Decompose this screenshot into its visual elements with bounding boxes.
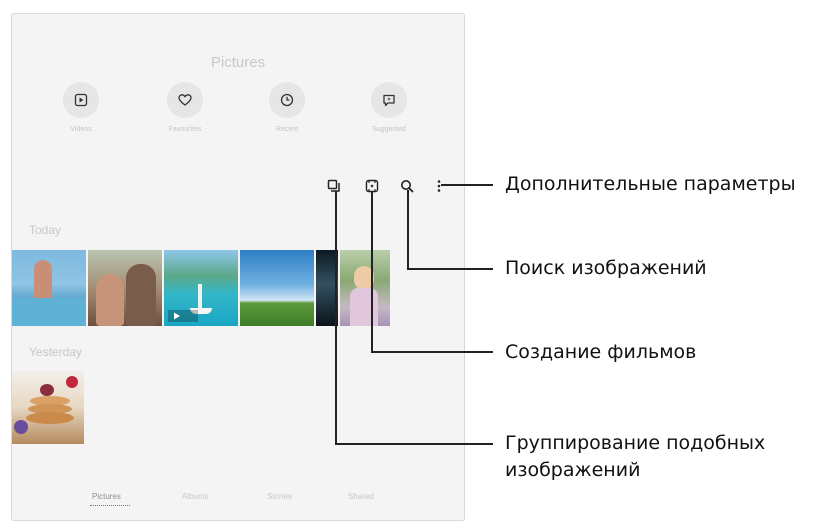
heart-icon [167, 82, 203, 118]
thumbnail-row [12, 250, 390, 326]
nav-tab-shared[interactable]: Shared [348, 492, 374, 501]
leader-line [407, 268, 493, 270]
more-options-icon[interactable] [431, 178, 447, 194]
section-yesterday: Yesterday [29, 345, 82, 359]
callout-search: Поиск изображений [505, 257, 707, 279]
callout-create-movie: Создание фильмов [505, 341, 697, 363]
quick-action-favourites[interactable]: Favourites [155, 82, 215, 133]
active-tab-indicator [90, 505, 130, 506]
photo-thumbnail[interactable] [12, 370, 84, 444]
quick-action-label: Recent [275, 126, 299, 133]
leader-line [441, 184, 493, 186]
play-icon [63, 82, 99, 118]
leader-line [335, 191, 337, 445]
photo-thumbnail[interactable] [240, 250, 314, 326]
leader-line [371, 351, 493, 353]
nav-tab-albums[interactable]: Albums [182, 492, 209, 501]
quick-action-label: Suggested [372, 126, 406, 133]
play-icon [168, 310, 198, 322]
photo-thumbnail[interactable] [12, 250, 86, 326]
page-title: Pictures [210, 54, 266, 71]
photo-thumbnail[interactable] [340, 250, 390, 326]
quick-action-videos[interactable]: Videos [51, 82, 111, 133]
quick-action-suggested[interactable]: Suggested [359, 82, 419, 133]
nav-tab-pictures[interactable]: Pictures [92, 492, 121, 501]
clock-icon [269, 82, 305, 118]
video-thumbnail[interactable] [164, 250, 238, 326]
suggested-icon [371, 82, 407, 118]
group-similar-icon[interactable] [326, 178, 342, 194]
section-today: Today [29, 223, 62, 237]
leader-line [371, 191, 373, 353]
quick-action-recent[interactable]: Recent [257, 82, 317, 133]
callout-more-options: Дополнительные параметры [505, 173, 796, 195]
leader-line [407, 190, 409, 270]
quick-action-label: Videos [70, 126, 92, 133]
quick-action-label: Favourites [168, 126, 202, 133]
photo-thumbnail[interactable] [88, 250, 162, 326]
callout-group-similar: Группирование подобных изображений [505, 432, 766, 481]
leader-line [335, 443, 493, 445]
nav-tab-stories[interactable]: Stories [267, 492, 292, 501]
